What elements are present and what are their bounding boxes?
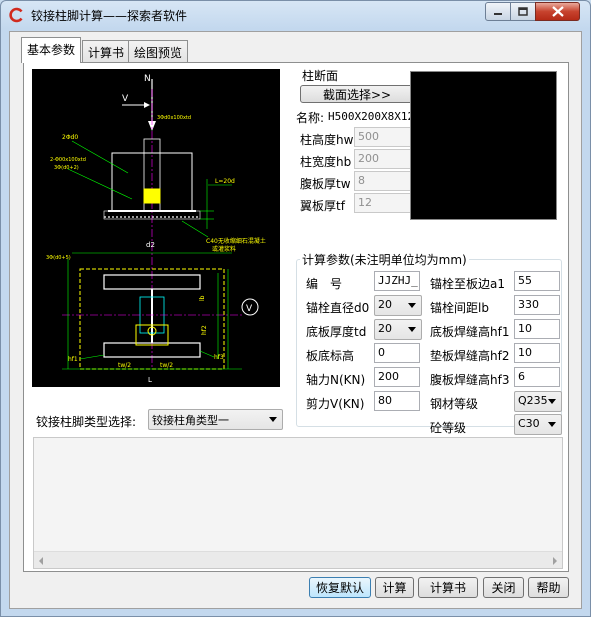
chevron-down-icon xyxy=(408,303,416,308)
bolt-spacing-input[interactable]: 330 xyxy=(514,295,560,315)
calculate-button[interactable]: 计算 xyxy=(375,577,414,598)
app-logo-icon xyxy=(9,7,23,23)
web-thickness-label: 腹板厚tw xyxy=(300,177,351,191)
chevron-down-icon xyxy=(548,399,556,404)
flange-thickness-label: 翼板厚tf xyxy=(300,199,345,213)
column-base-drawing: N V 3Φd0x100xtd 2Φd0 2-Φ00x100xtd 3Φ(d0+… xyxy=(32,69,280,387)
column-width-field: 200 xyxy=(354,149,412,169)
minimize-icon xyxy=(494,12,502,15)
grout-label-2: 或灌浆料 xyxy=(212,245,236,253)
steel-grade-value: Q235 xyxy=(518,394,548,407)
svg-text:3Φd0x100xtd: 3Φd0x100xtd xyxy=(157,115,191,121)
tab-basic-params[interactable]: 基本参数 xyxy=(21,37,82,63)
chevron-down-icon xyxy=(408,327,416,332)
section-select-button[interactable]: 截面选择>> xyxy=(300,85,414,103)
svg-text:lb: lb xyxy=(199,295,206,301)
section-group-title: 柱断面 xyxy=(300,67,341,84)
plate-hole-label: 3Φ(d0+5) xyxy=(46,255,71,261)
horizontal-scrollbar[interactable] xyxy=(34,551,562,568)
section-name-label: 名称: xyxy=(296,111,325,125)
grout-label: C40无收缩细石混凝土 xyxy=(206,237,266,245)
flange-thickness-field: 12 xyxy=(354,193,412,213)
concrete-grade-value: C30 xyxy=(518,417,540,430)
param-label-web-weld: 腹板焊缝高hf3 xyxy=(430,373,510,387)
param-id-input[interactable]: JJZHJ_1 xyxy=(374,271,420,291)
hf3-label: hf3 xyxy=(214,354,224,361)
tab-drawing-preview[interactable]: 绘图预览 xyxy=(128,40,189,62)
concrete-grade-select[interactable]: C30 xyxy=(514,414,562,435)
report-button[interactable]: 计算书 xyxy=(418,577,478,598)
scroll-left-icon[interactable] xyxy=(39,557,43,565)
svg-text:hf2: hf2 xyxy=(201,325,208,335)
embed-length-label: L=20d xyxy=(215,178,235,185)
tab-report[interactable]: 计算书 xyxy=(82,40,131,62)
main-window: 铰接柱脚计算——探索者软件 基本参数 计算书 绘图预览 N V 3Φd0x100… xyxy=(0,0,591,617)
help-button[interactable]: 帮助 xyxy=(528,577,569,598)
bolt-diameter-select[interactable]: 20 xyxy=(374,295,422,316)
cap-label: 2Φd0 xyxy=(62,134,78,141)
column-width-label: 柱宽度hb xyxy=(300,155,352,169)
column-height-label: 柱高度hw xyxy=(300,133,354,147)
minimize-button[interactable] xyxy=(485,2,511,21)
window-title: 铰接柱脚计算——探索者软件 xyxy=(31,9,188,23)
output-text-area[interactable] xyxy=(33,437,563,569)
plate-thickness-value: 20 xyxy=(378,322,392,335)
axial-force-label: N xyxy=(144,74,151,84)
param-label-bolt-edge: 锚栓至板边a1 xyxy=(430,277,505,291)
hf1-label: hf1 xyxy=(68,356,78,363)
web-thickness-field: 8 xyxy=(354,171,412,191)
param-label-plate-elevation: 板底标高 xyxy=(306,349,355,363)
param-label-plate-thickness: 底板厚度td xyxy=(306,325,367,339)
param-label-shear-force: 剪力V(KN) xyxy=(306,397,365,411)
close-button[interactable]: 关闭 xyxy=(483,577,524,598)
close-window-button[interactable] xyxy=(535,2,580,21)
base-type-value: 铰接柱角类型一 xyxy=(152,414,229,427)
maximize-icon xyxy=(518,7,528,16)
pad-weld-input[interactable]: 10 xyxy=(514,343,560,363)
restore-defaults-button[interactable]: 恢复默认 xyxy=(309,577,371,598)
tw-half-label-1: tw/2 xyxy=(118,362,131,369)
base-type-label: 铰接柱脚类型选择: xyxy=(36,415,137,429)
shear-force-label: V xyxy=(122,94,129,104)
param-label-plate-weld: 底板焊缝高hf1 xyxy=(430,325,510,339)
params-group-title: 计算参数(未注明单位均为mm) xyxy=(300,251,469,268)
param-label-id: 编 号 xyxy=(306,277,343,291)
param-label-bolt-diameter: 锚栓直径d0 xyxy=(306,301,370,315)
param-label-bolt-spacing: 锚栓间距lb xyxy=(430,301,489,315)
column-height-field: 500 xyxy=(354,127,412,147)
svg-text:tw/2: tw/2 xyxy=(160,362,173,369)
scroll-right-icon[interactable] xyxy=(553,557,557,565)
section-name-value: H500X200X8X12 xyxy=(328,110,415,123)
base-type-select[interactable]: 铰接柱角类型一 xyxy=(148,409,283,430)
plate-thickness-select[interactable]: 20 xyxy=(374,319,422,340)
basic-params-panel: N V 3Φd0x100xtd 2Φd0 2-Φ00x100xtd 3Φ(d0+… xyxy=(23,62,569,572)
web-weld-input[interactable]: 6 xyxy=(514,367,560,387)
bolt-diameter-value: 20 xyxy=(378,298,392,311)
section-v-label: V xyxy=(246,304,253,314)
param-label-pad-weld: 垫板焊缝高hf2 xyxy=(430,349,510,363)
title-bar[interactable]: 铰接柱脚计算——探索者软件 xyxy=(1,1,590,29)
shear-force-input[interactable]: 80 xyxy=(374,391,420,411)
anchor-label: 2-Φ00x100xtd xyxy=(50,157,86,163)
param-label-axial-force: 轴力N(KN) xyxy=(306,373,366,387)
maximize-button[interactable] xyxy=(510,2,536,21)
axial-force-input[interactable]: 200 xyxy=(374,367,420,387)
param-label-concrete-grade: 砼等级 xyxy=(430,421,467,435)
d2-label: d2 xyxy=(146,241,155,249)
length-label: L xyxy=(148,376,152,384)
plate-weld-input[interactable]: 10 xyxy=(514,319,560,339)
plate-elevation-input[interactable]: 0 xyxy=(374,343,420,363)
section-preview-canvas xyxy=(410,71,557,220)
close-icon xyxy=(551,6,564,17)
param-label-steel-grade: 钢材等级 xyxy=(430,397,479,411)
chevron-down-icon xyxy=(548,422,556,427)
svg-text:3Φ(d0+2): 3Φ(d0+2) xyxy=(54,165,79,171)
bolt-edge-input[interactable]: 55 xyxy=(514,271,560,291)
steel-grade-select[interactable]: Q235 xyxy=(514,391,562,412)
chevron-down-icon xyxy=(269,417,277,422)
dialog-body: 基本参数 计算书 绘图预览 N V 3Φd0x100xtd 2Φd0 2-Φ00… xyxy=(9,31,582,609)
